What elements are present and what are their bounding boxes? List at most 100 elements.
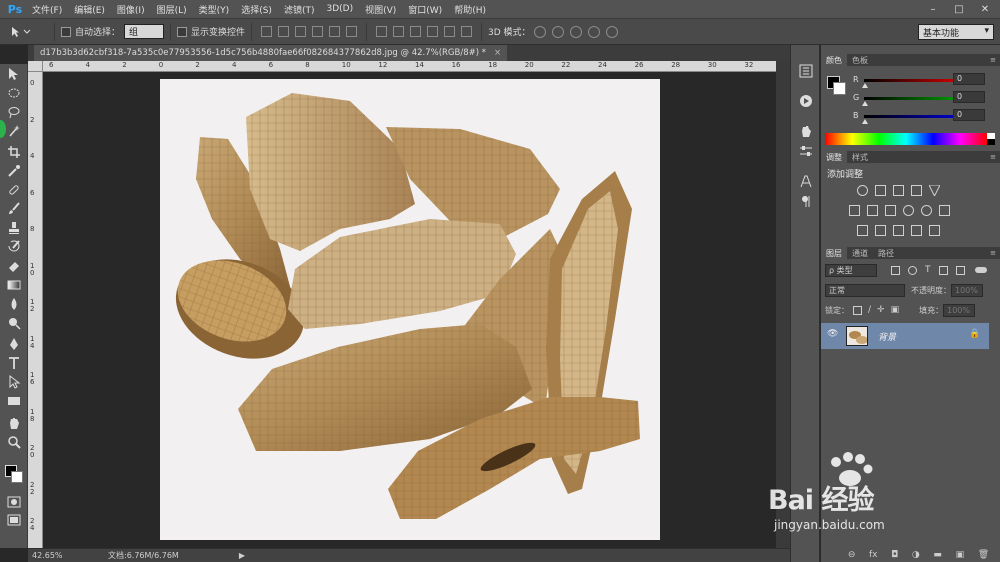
- distribute-vcenter-icon[interactable]: [393, 26, 405, 37]
- menu-help[interactable]: 帮助(H): [448, 3, 492, 16]
- panel-menu-icon[interactable]: ≡: [990, 56, 996, 64]
- color-balance-icon[interactable]: [867, 205, 878, 216]
- history-brush-tool-icon[interactable]: [6, 239, 22, 255]
- pen-tool-icon[interactable]: [6, 336, 22, 352]
- tab-adjustments[interactable]: 调整: [821, 151, 847, 163]
- distribute-top-icon[interactable]: [376, 26, 388, 37]
- screen-mode-icon[interactable]: [6, 512, 22, 528]
- vibrance-icon[interactable]: [928, 184, 941, 198]
- workspace-dropdown[interactable]: 基本功能 ▾: [918, 24, 994, 40]
- eraser-tool-icon[interactable]: [6, 258, 22, 274]
- close-tab-icon[interactable]: ×: [494, 48, 501, 58]
- black-white-icon[interactable]: [885, 205, 896, 216]
- menu-edit[interactable]: 编辑(E): [68, 3, 111, 16]
- align-left-icon[interactable]: [312, 26, 324, 37]
- character-panel-icon[interactable]: [798, 173, 814, 189]
- fill-input[interactable]: 100%: [943, 303, 976, 317]
- filter-smart-object-icon[interactable]: [955, 265, 965, 275]
- layer-name[interactable]: 背景: [878, 330, 896, 343]
- exposure-icon[interactable]: [911, 185, 922, 196]
- paragraph-panel-icon[interactable]: [798, 193, 814, 209]
- lock-image-icon[interactable]: ∕: [868, 305, 871, 315]
- color-lookup-icon[interactable]: [939, 205, 950, 216]
- marquee-tool-icon[interactable]: [6, 85, 22, 101]
- align-bottom-icon[interactable]: [295, 26, 307, 37]
- status-menu-arrow-icon[interactable]: ▶: [239, 551, 245, 560]
- menu-filter[interactable]: 滤镜(T): [278, 3, 321, 16]
- eye-icon[interactable]: 👁: [827, 329, 838, 339]
- magic-wand-tool-icon[interactable]: [6, 123, 22, 139]
- blur-tool-icon[interactable]: [6, 296, 22, 312]
- menu-view[interactable]: 视图(V): [359, 3, 402, 16]
- brightness-contrast-icon[interactable]: [857, 185, 868, 196]
- gradient-tool-icon[interactable]: [6, 277, 22, 293]
- tab-color[interactable]: 颜色: [821, 54, 847, 66]
- scale-3d-icon[interactable]: [605, 25, 618, 38]
- eyedropper-tool-icon[interactable]: [6, 163, 22, 179]
- distribute-right-icon[interactable]: [461, 26, 473, 37]
- zoom-tool-icon[interactable]: [6, 434, 22, 450]
- drag-3d-icon[interactable]: [569, 25, 582, 38]
- threshold-icon[interactable]: [893, 225, 904, 236]
- opacity-input[interactable]: 100%: [951, 283, 983, 297]
- path-selection-tool-icon[interactable]: [6, 374, 22, 390]
- menu-layer[interactable]: 图层(L): [151, 3, 193, 16]
- posterize-icon[interactable]: [875, 225, 886, 236]
- crop-tool-icon[interactable]: [6, 144, 22, 160]
- green-slider-thumb[interactable]: [862, 101, 868, 106]
- dodge-tool-icon[interactable]: [6, 315, 22, 331]
- vertical-ruler[interactable]: 0 2 4 6 8 1 0 1 2 1 4 1 6 1 8 2 0 2 2 2 4: [28, 72, 43, 548]
- lock-transparent-icon[interactable]: [853, 305, 862, 315]
- invert-icon[interactable]: [857, 225, 868, 236]
- minimize-button[interactable]: –: [920, 0, 946, 19]
- filter-adjustment-icon[interactable]: [908, 265, 917, 275]
- show-transform-checkbox[interactable]: [177, 26, 188, 37]
- tab-channels[interactable]: 通道: [847, 247, 873, 259]
- photo-filter-icon[interactable]: [903, 205, 914, 216]
- filter-type-icon[interactable]: T: [925, 265, 931, 275]
- gradient-map-icon[interactable]: [929, 225, 940, 236]
- maximize-button[interactable]: □: [946, 0, 972, 19]
- selective-color-icon[interactable]: [911, 225, 922, 236]
- lasso-tool-icon[interactable]: [6, 104, 22, 120]
- hue-saturation-icon[interactable]: [849, 205, 860, 216]
- color-panel-background[interactable]: [833, 82, 846, 95]
- actions-panel-icon[interactable]: [798, 93, 814, 109]
- roll-3d-icon[interactable]: [551, 25, 564, 38]
- brush-tool-icon[interactable]: [6, 201, 22, 217]
- layer-filter-dropdown[interactable]: ρ 类型: [825, 263, 877, 277]
- curves-icon[interactable]: [893, 185, 904, 196]
- clone-stamp-tool-icon[interactable]: [6, 220, 22, 236]
- black-white-swatch[interactable]: [987, 133, 995, 145]
- document-canvas[interactable]: [160, 79, 660, 540]
- zoom-level[interactable]: 42.65%: [28, 551, 72, 560]
- distribute-hcenter-icon[interactable]: [444, 26, 456, 37]
- blend-mode-dropdown[interactable]: 正常: [825, 283, 905, 297]
- history-panel-icon[interactable]: [798, 63, 814, 79]
- menu-select[interactable]: 选择(S): [235, 3, 278, 16]
- delete-layer-icon[interactable]: 🗑: [978, 550, 989, 560]
- tab-swatches[interactable]: 色板: [847, 54, 873, 66]
- properties-panel-icon[interactable]: [798, 143, 814, 159]
- color-spectrum-bar[interactable]: [825, 133, 987, 145]
- menu-window[interactable]: 窗口(W): [402, 3, 448, 16]
- close-button[interactable]: ✕: [972, 0, 998, 19]
- horizontal-ruler[interactable]: 6 4 2 0 2 4 6 8 10 12 14 16 18 20 22 24 26 28 30 32: [43, 61, 776, 72]
- menu-file[interactable]: 文件(F): [26, 3, 68, 16]
- filter-shape-icon[interactable]: [938, 265, 948, 275]
- slide-3d-icon[interactable]: [587, 25, 600, 38]
- spot-healing-tool-icon[interactable]: [6, 182, 22, 198]
- quick-mask-icon[interactable]: [6, 494, 22, 510]
- align-right-icon[interactable]: [346, 26, 358, 37]
- rotate-3d-icon[interactable]: [533, 25, 546, 38]
- auto-select-dropdown[interactable]: 组: [124, 24, 165, 39]
- auto-select-checkbox[interactable]: [61, 26, 71, 37]
- menu-type[interactable]: 类型(Y): [193, 3, 236, 16]
- move-tool-icon[interactable]: [6, 66, 22, 82]
- align-hcenter-icon[interactable]: [329, 26, 341, 37]
- filter-pixel-icon[interactable]: [891, 265, 900, 275]
- levels-icon[interactable]: [875, 185, 886, 196]
- lock-position-icon[interactable]: ✛: [877, 305, 885, 315]
- lock-all-icon[interactable]: ▣: [891, 305, 900, 315]
- background-color-swatch[interactable]: [11, 471, 23, 483]
